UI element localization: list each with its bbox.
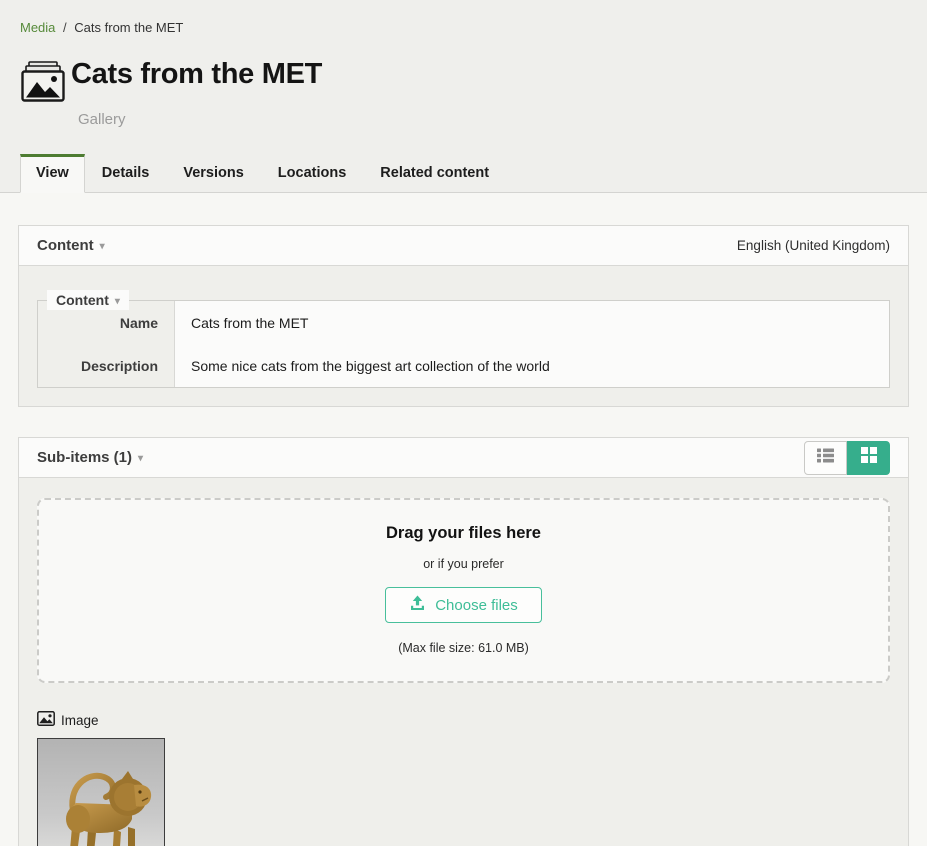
subitem-type-row: Image [37, 711, 165, 729]
upload-icon [409, 595, 426, 615]
tab-versions[interactable]: Versions [166, 155, 260, 192]
subitem-card[interactable]: Image [37, 711, 165, 846]
dropzone-heading: Drag your files here [59, 524, 868, 543]
dropzone-subtext: or if you prefer [59, 557, 868, 571]
content-panel-header: Content ▾ English (United Kingdom) [19, 226, 908, 266]
tab-locations[interactable]: Locations [261, 155, 363, 192]
lion-sculpture-thumbnail [37, 738, 165, 846]
content-fieldset: Content▾ Name Cats from the MET Descript… [37, 300, 890, 388]
content-section-title: Content [37, 237, 94, 254]
field-value-description: Some nice cats from the biggest art coll… [174, 344, 889, 387]
fieldset-legend-toggle[interactable]: Content ▾ [47, 290, 129, 310]
list-view-icon [816, 447, 835, 469]
tab-related-content[interactable]: Related content [363, 155, 506, 192]
tab-details[interactable]: Details [85, 155, 167, 192]
content-section-toggle[interactable]: Content ▾ [37, 237, 105, 254]
subitems-panel: Sub-items (1) ▾ [18, 437, 909, 846]
page-title: Cats from the MET [71, 59, 322, 91]
subitems-panel-body: Drag your files here or if you prefer Ch… [19, 478, 908, 846]
subitems-panel-header: Sub-items (1) ▾ [19, 438, 908, 478]
breadcrumb: Media / Cats from the MET [0, 20, 927, 35]
tab-view[interactable]: View [20, 154, 85, 193]
content-type-label: Gallery [78, 111, 907, 128]
subitems-section-toggle[interactable]: Sub-items (1) ▾ [37, 449, 143, 466]
field-label-description: Description [38, 344, 174, 387]
list-view-button[interactable] [804, 441, 847, 475]
content-panel: Content ▾ English (United Kingdom) Conten… [18, 225, 909, 407]
caret-down-icon: ▾ [138, 453, 143, 464]
content-panel-body: Content▾ Name Cats from the MET Descript… [19, 266, 908, 406]
subitem-type-label: Image [61, 713, 99, 728]
caret-down-icon: ▾ [100, 241, 105, 252]
page: Media / Cats from the MET Cats from the … [0, 0, 927, 846]
view-toggle-group [804, 441, 890, 475]
caret-down-icon: ▾ [115, 296, 120, 307]
subitem-thumbnail-card[interactable] [37, 738, 165, 846]
image-icon [37, 711, 55, 729]
page-header-area: Media / Cats from the MET Cats from the … [0, 0, 927, 193]
breadcrumb-current: Cats from the MET [74, 20, 183, 35]
grid-view-icon [860, 446, 878, 469]
main-content: Content ▾ English (United Kingdom) Conten… [0, 193, 927, 846]
gallery-images-icon [20, 61, 66, 108]
tab-bar: View Details Versions Locations Related … [0, 154, 927, 193]
fieldset-legend-label: Content [56, 292, 109, 308]
subitems-section-title: Sub-items (1) [37, 449, 132, 466]
breadcrumb-link-media[interactable]: Media [20, 20, 55, 35]
max-file-size-note: (Max file size: 61.0 MB) [59, 641, 868, 655]
choose-files-button[interactable]: Choose files [385, 587, 542, 623]
language-label: English (United Kingdom) [737, 238, 890, 253]
field-value-name: Cats from the MET [174, 301, 889, 344]
title-block: Cats from the MET Gallery [0, 59, 927, 128]
choose-files-label: Choose files [435, 597, 518, 614]
grid-view-button[interactable] [847, 441, 890, 475]
file-dropzone[interactable]: Drag your files here or if you prefer Ch… [37, 498, 890, 683]
breadcrumb-separator: / [63, 20, 67, 35]
